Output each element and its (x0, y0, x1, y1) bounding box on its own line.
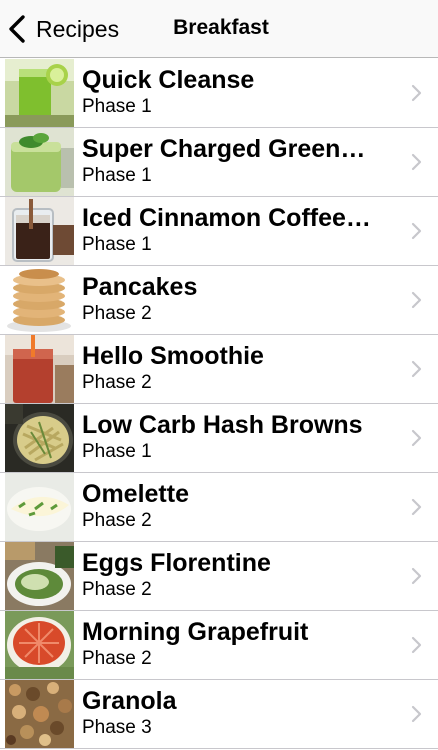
berry-smoothie-photo (5, 335, 74, 403)
recipe-row-quick-cleanse[interactable]: Quick Cleanse Phase 1 (0, 59, 438, 128)
recipe-title: Pancakes (82, 273, 198, 301)
chevron-right-icon (411, 360, 422, 378)
recipe-row-morning-grapefruit[interactable]: Morning Grapefruit Phase 2 (0, 611, 438, 680)
recipe-title: Morning Grapefruit (82, 618, 309, 646)
green-juice-photo (5, 59, 74, 127)
recipe-row-granola[interactable]: Granola Phase 3 (0, 680, 438, 749)
recipe-phase: Phase 3 (82, 717, 152, 738)
green-smoothie-photo (5, 128, 74, 196)
recipe-list: Quick Cleanse Phase 1 Super Charged Gree… (0, 59, 438, 749)
recipe-phase: Phase 1 (82, 165, 152, 186)
grapefruit-photo (5, 611, 74, 679)
chevron-right-icon (411, 153, 422, 171)
recipe-row-hello-smoothie[interactable]: Hello Smoothie Phase 2 (0, 335, 438, 404)
recipe-row-low-carb-hash-browns[interactable]: Low Carb Hash Browns Phase 1 (0, 404, 438, 473)
recipe-phase: Phase 1 (82, 234, 152, 255)
recipe-title: Granola (82, 687, 177, 715)
nav-bar: Recipes Breakfast (0, 0, 438, 58)
recipe-title: Low Carb Hash Browns (82, 411, 363, 439)
chevron-right-icon (411, 222, 422, 240)
recipe-phase: Phase 2 (82, 579, 152, 600)
recipe-row-pancakes[interactable]: Pancakes Phase 2 (0, 266, 438, 335)
recipe-row-iced-cinnamon-coffee[interactable]: Iced Cinnamon Coffee… Phase 1 (0, 197, 438, 266)
recipe-row-omelette[interactable]: Omelette Phase 2 (0, 473, 438, 542)
recipe-phase: Phase 2 (82, 648, 152, 669)
eggs-florentine-photo (5, 542, 74, 610)
recipe-title: Super Charged Green… (82, 135, 366, 163)
page-title: Breakfast (173, 16, 269, 39)
iced-coffee-photo (5, 197, 74, 265)
pancakes-photo (5, 266, 74, 334)
recipe-title: Quick Cleanse (82, 66, 255, 94)
chevron-right-icon (411, 498, 422, 516)
recipe-title: Iced Cinnamon Coffee… (82, 204, 371, 232)
recipe-phase: Phase 1 (82, 441, 152, 462)
hash-browns-photo (5, 404, 74, 472)
recipe-phase: Phase 2 (82, 372, 152, 393)
recipe-title: Hello Smoothie (82, 342, 264, 370)
recipe-phase: Phase 2 (82, 303, 152, 324)
chevron-right-icon (411, 84, 422, 102)
omelette-photo (5, 473, 74, 541)
chevron-right-icon (411, 567, 422, 585)
chevron-right-icon (411, 429, 422, 447)
chevron-right-icon (411, 291, 422, 309)
recipe-row-eggs-florentine[interactable]: Eggs Florentine Phase 2 (0, 542, 438, 611)
recipe-title: Eggs Florentine (82, 549, 271, 577)
recipe-phase: Phase 1 (82, 96, 152, 117)
recipe-row-super-charged-green[interactable]: Super Charged Green… Phase 1 (0, 128, 438, 197)
recipe-phase: Phase 2 (82, 510, 152, 531)
chevron-right-icon (411, 705, 422, 723)
granola-photo (5, 680, 74, 748)
chevron-right-icon (411, 636, 422, 654)
recipe-title: Omelette (82, 480, 189, 508)
